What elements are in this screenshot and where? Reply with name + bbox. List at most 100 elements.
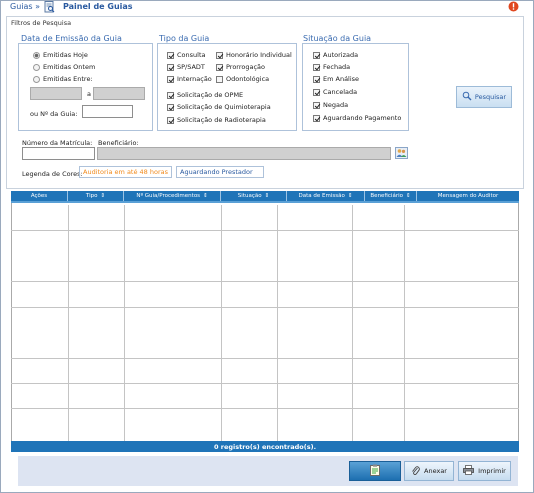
col-tipo[interactable]: Tipo ⇕ <box>68 191 124 201</box>
checkbox-internacao[interactable]: Internação <box>167 75 212 83</box>
column-label: Ações <box>30 193 48 199</box>
sort-icon: ⇕ <box>405 193 411 199</box>
checkbox-negada[interactable]: Negada <box>313 101 348 109</box>
legend-auditoria: Auditoria em até 48 horas <box>79 166 172 178</box>
breadcrumb[interactable]: Guias » <box>10 2 40 11</box>
sort-icon: ⇕ <box>203 193 208 199</box>
color-legend-label: Legenda de Cores: <box>22 170 83 178</box>
checkbox[interactable] <box>313 75 320 83</box>
date-range-separator: a <box>87 90 91 98</box>
people-icon <box>396 149 407 160</box>
sort-icon: ⇕ <box>264 193 270 199</box>
printer-icon <box>463 465 475 477</box>
checkbox[interactable] <box>313 101 320 109</box>
checkbox[interactable] <box>313 51 320 59</box>
checkbox-prorrogacao[interactable]: Prorrogação <box>216 63 265 71</box>
matricula-input[interactable] <box>22 147 95 160</box>
checkbox[interactable] <box>216 63 223 71</box>
checkbox[interactable] <box>167 75 174 83</box>
guide-document-icon <box>44 1 55 13</box>
page-title: Painel de Guias <box>63 2 133 11</box>
sort-icon: ⇕ <box>100 193 106 199</box>
checkbox[interactable] <box>216 75 223 83</box>
paperclip-icon <box>411 465 420 478</box>
checkbox-autorizada[interactable]: Autorizada <box>313 51 358 59</box>
column-label: Tipo <box>85 193 98 199</box>
checkbox[interactable] <box>313 88 320 96</box>
checkbox-consulta[interactable]: Consulta <box>167 51 205 59</box>
new-guide-button[interactable] <box>349 461 401 481</box>
checkbox-aguardando-pagamento[interactable]: Aguardando Pagamento <box>313 114 401 122</box>
grid-divider <box>404 205 405 441</box>
checkbox-label: Prorrogação <box>226 63 266 71</box>
checkbox-cancelada[interactable]: Cancelada <box>313 88 357 96</box>
grid-row-divider <box>11 230 519 231</box>
column-label: Nº Guia/Procedimentos <box>136 193 201 199</box>
checkbox-label: Solicitação de OPME <box>177 91 244 99</box>
results-grid <box>11 191 519 444</box>
grid-divider <box>352 205 353 441</box>
col-beneficiario[interactable]: Beneficiário ⇕ <box>365 191 417 201</box>
checkbox-solicitacao-radioterapia[interactable]: Solicitação de Radioterapia <box>167 116 266 124</box>
grid-row-divider <box>11 281 519 282</box>
grid-divider <box>221 205 222 441</box>
checkbox[interactable] <box>167 91 174 99</box>
radio-label: Emitidas Ontem <box>43 63 96 71</box>
radio-button[interactable] <box>33 51 40 59</box>
checkbox[interactable] <box>167 63 174 71</box>
checkbox-solicitacao-opme[interactable]: Solicitação de OPME <box>167 91 243 99</box>
checkbox[interactable] <box>167 103 174 111</box>
col-acoes: Ações <box>11 191 68 201</box>
beneficiario-input[interactable] <box>97 147 391 160</box>
checkbox-label: Solicitação de Radioterapia <box>177 116 266 124</box>
radio-label: Emitidas Entre: <box>43 75 93 83</box>
search-button-label: Pesquisar <box>474 93 507 101</box>
checkbox[interactable] <box>216 51 223 59</box>
checkbox[interactable] <box>167 116 174 124</box>
col-data-emissao[interactable]: Data de Emissão ⇕ <box>287 191 365 201</box>
attach-button[interactable]: Anexar <box>404 461 454 481</box>
checkbox-label: Solicitação de Quimioterapia <box>177 103 271 111</box>
legend-aguardando-prestador: Aguardando Prestador <box>176 166 264 178</box>
type-group-title: Tipo da Guia <box>159 34 210 43</box>
checkbox[interactable] <box>167 51 174 59</box>
date-from-input[interactable] <box>30 87 82 100</box>
date-to-input[interactable] <box>93 87 145 100</box>
checkbox-label: Negada <box>323 101 349 109</box>
checkbox[interactable] <box>313 114 320 122</box>
guide-number-label: ou Nº da Guia: <box>30 110 78 118</box>
checkbox-honorario-individual[interactable]: Honorário Individual <box>216 51 292 59</box>
grid-footer-record-count: 0 registro(s) encontrado(s). <box>11 441 519 452</box>
column-label: Mensagem do Auditor <box>437 193 499 199</box>
radio-emitidas-ontem[interactable]: Emitidas Ontem <box>33 63 95 71</box>
checkbox-label: SP/SADT <box>177 63 205 71</box>
checkbox-label: Internação <box>177 75 212 83</box>
alert-icon[interactable] <box>508 1 519 12</box>
guide-number-input[interactable] <box>82 105 133 118</box>
checkbox-sp-sadt[interactable]: SP/SADT <box>167 63 205 71</box>
checkbox[interactable] <box>313 63 320 71</box>
filters-legend: Filtros de Pesquisa <box>11 19 72 27</box>
checkbox-solicitacao-quimioterapia[interactable]: Solicitação de Quimioterapia <box>167 103 271 111</box>
checkbox-em-analise[interactable]: Em Análise <box>313 75 359 83</box>
radio-button[interactable] <box>33 75 40 83</box>
search-button[interactable]: Pesquisar <box>456 86 512 108</box>
matricula-label: Número da Matrícula: <box>22 139 93 147</box>
column-label: Beneficiário <box>370 193 403 199</box>
col-mensagem-auditor: Mensagem do Auditor <box>417 191 519 201</box>
checkbox-label: Aguardando Pagamento <box>323 114 402 122</box>
radio-emitidas-hoje[interactable]: Emitidas Hoje <box>33 51 88 59</box>
grid-row-divider <box>11 358 519 359</box>
radio-button[interactable] <box>33 63 40 71</box>
checkbox-fechada[interactable]: Fechada <box>313 63 350 71</box>
col-numero-guia[interactable]: Nº Guia/Procedimentos ⇕ <box>124 191 221 201</box>
column-label: Data de Emissão <box>298 193 345 199</box>
checkbox-odontologica[interactable]: Odontológica <box>216 75 269 83</box>
col-situacao[interactable]: Situação ⇕ <box>221 191 287 201</box>
grid-divider <box>68 205 69 441</box>
beneficiario-label: Beneficiário: <box>98 139 139 147</box>
clipboard-icon <box>370 464 380 478</box>
print-button[interactable]: Imprimir <box>458 461 511 481</box>
beneficiary-lookup-button[interactable] <box>395 147 408 159</box>
radio-emitidas-entre[interactable]: Emitidas Entre: <box>33 75 93 83</box>
